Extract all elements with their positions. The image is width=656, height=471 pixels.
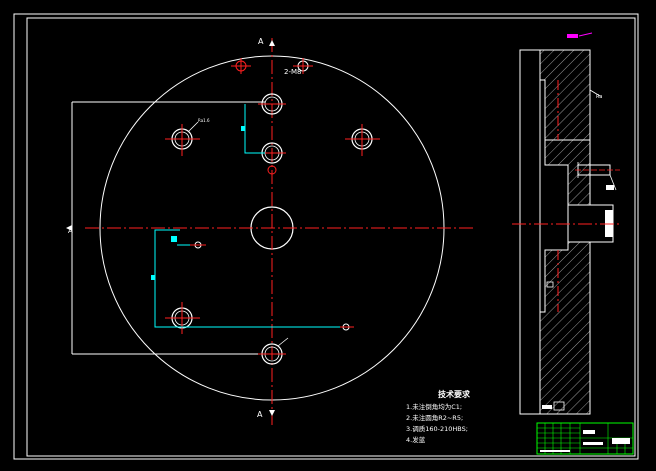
- note-item-4: 4.发蓝: [406, 435, 426, 444]
- notes-title: 技术要求: [438, 389, 471, 399]
- front-view: A A A 2-M8 Ra1.6: [66, 37, 475, 425]
- cad-drawing-canvas: A A A 2-M8 Ra1.6 Ra 技术要求 1.未注倒角均为C1; 2.未…: [13, 13, 639, 460]
- dimension-top-mark: [241, 126, 245, 131]
- note-item-3: 3.调质160-210HBS;: [406, 424, 468, 433]
- small-hole-left-mid: [190, 241, 206, 249]
- dimension-left-mark: [151, 275, 155, 280]
- side-upper-block: [539, 49, 591, 141]
- dimension-note: Ra1.6: [198, 118, 210, 123]
- side-left-column: [519, 49, 541, 415]
- hole-left: [165, 124, 200, 156]
- title-block: [536, 422, 634, 455]
- section-mark-top: A: [258, 37, 264, 46]
- hole-lower-left: [165, 302, 200, 334]
- hole-top: [258, 93, 286, 115]
- dimension-left-box: [171, 236, 177, 242]
- side-lower-block: [539, 241, 591, 415]
- section-mark-left: A: [68, 227, 73, 235]
- small-hole-right-low: [338, 323, 354, 331]
- side-view-note: Ra: [596, 94, 602, 100]
- section-arrow-bottom: [269, 410, 275, 416]
- technical-notes: 技术要求 1.未注倒角均为C1; 2.未注圆角R2~R5; 3.调质160-21…: [406, 389, 471, 444]
- hole-right: [345, 124, 380, 156]
- hole-bottom: [258, 343, 286, 365]
- revision-tag: [567, 34, 578, 38]
- note-item-2: 2.未注圆角R2~R5;: [406, 413, 463, 422]
- side-middle-block: [544, 139, 591, 206]
- section-mark-bottom: A: [257, 410, 263, 419]
- dimension-top: [244, 104, 265, 154]
- note-item-1: 1.未注倒角均为C1;: [406, 402, 462, 411]
- section-arrow-top: [269, 40, 275, 46]
- side-view: Ra: [512, 32, 620, 415]
- hole-label: 2-M8: [284, 68, 301, 76]
